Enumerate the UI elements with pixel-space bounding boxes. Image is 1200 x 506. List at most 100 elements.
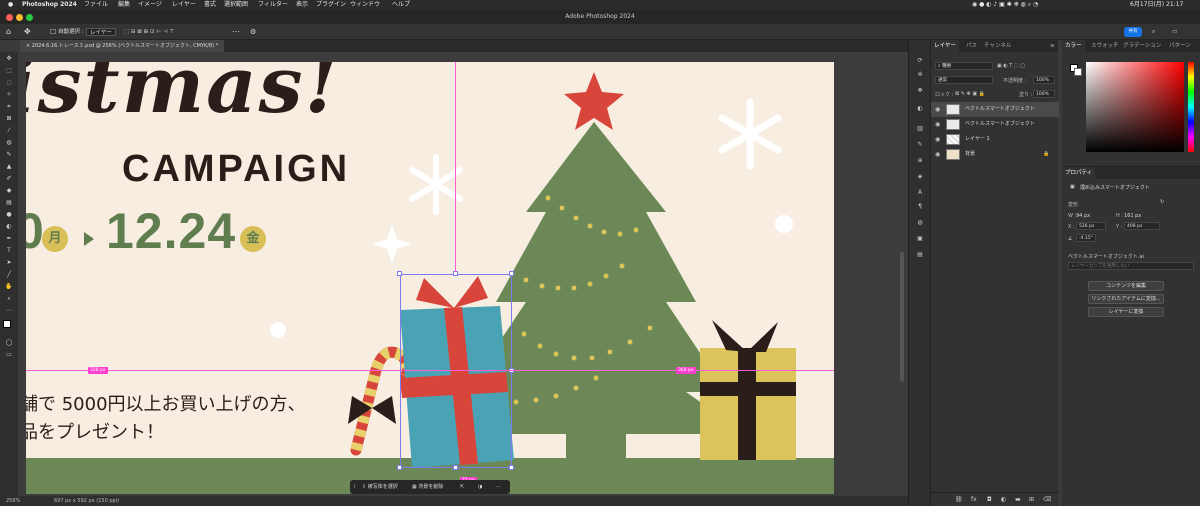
auto-select-dropdown[interactable]: レイヤー: [86, 28, 116, 36]
zoom-tool-icon[interactable]: ⌕: [3, 294, 15, 303]
dodge-tool-icon[interactable]: ◐: [3, 222, 15, 231]
clone-source-icon[interactable]: ⊕: [915, 156, 925, 166]
screen-mode-icon[interactable]: ▭: [3, 350, 15, 359]
panel-menu-icon[interactable]: ≡: [1047, 40, 1058, 52]
h-value[interactable]: 161 px: [1124, 213, 1141, 219]
more-options-icon[interactable]: ⋯: [232, 24, 240, 40]
magic-wand-icon[interactable]: ✧: [3, 90, 15, 99]
hand-tool-icon[interactable]: ✋: [3, 282, 15, 291]
navigator-icon[interactable]: ◍: [915, 218, 925, 228]
menu-window[interactable]: ウィンドウ: [350, 0, 380, 10]
x-field[interactable]: 526 px: [1076, 222, 1106, 230]
close-tab-icon[interactable]: ×: [26, 43, 30, 49]
hue-slider[interactable]: [1188, 62, 1194, 152]
remove-background-button[interactable]: ▦ 背景を削除: [412, 480, 443, 494]
menu-edit[interactable]: 編集: [118, 0, 130, 10]
tab-patterns[interactable]: パターン: [1166, 40, 1194, 52]
workspace-icon[interactable]: ▭: [1172, 24, 1177, 40]
app-menu[interactable]: Photoshop 2024: [22, 0, 77, 10]
transform-handle[interactable]: [509, 465, 514, 470]
gradient-tool-icon[interactable]: ▤: [3, 198, 15, 207]
character-icon[interactable]: A: [915, 188, 925, 198]
show-transform-icon[interactable]: ⬚ ⊟ ⊠ ⊞ ⊡ ⊢ ⊣ ⊤: [124, 24, 174, 40]
close-window-button[interactable]: [6, 14, 13, 21]
lasso-tool-icon[interactable]: ◌: [3, 78, 15, 87]
home-icon[interactable]: ⌂: [6, 24, 11, 40]
reset-transform-icon[interactable]: ↻: [1160, 199, 1164, 205]
tab-swatches[interactable]: スウォッチ: [1088, 40, 1122, 52]
layer-filter-dropdown[interactable]: ⌕ 種類: [935, 62, 993, 70]
lock-icons[interactable]: ⊠ ✎ ✥ ▣ 🔒: [955, 91, 985, 97]
menu-type[interactable]: 書式: [204, 0, 216, 10]
document-tab[interactable]: × 2024.6.16.トレース３.psd @ 256% (ベクトルスマートオブ…: [20, 40, 225, 52]
paragraph-icon[interactable]: ¶: [915, 202, 925, 212]
pen-tool-icon[interactable]: ✒: [3, 234, 15, 243]
blur-tool-icon[interactable]: ●: [3, 210, 15, 219]
type-tool-icon[interactable]: T: [3, 246, 15, 255]
blend-mode-dropdown[interactable]: 通常: [935, 76, 993, 84]
brushes-icon[interactable]: ✥: [915, 86, 925, 96]
layer-comp-dropdown[interactable]: レイヤーカンプを適用しない: [1068, 262, 1194, 270]
drag-handle-icon[interactable]: ⁞: [354, 480, 356, 494]
search-icon[interactable]: ⌕: [1152, 24, 1155, 40]
menu-help[interactable]: ヘルプ: [392, 0, 410, 10]
fill-field[interactable]: 100%: [1033, 90, 1055, 98]
menu-image[interactable]: イメージ: [138, 0, 162, 10]
move-tool-icon[interactable]: ✥: [24, 24, 31, 40]
edit-contents-button[interactable]: コンテンツを編集: [1088, 281, 1164, 291]
auto-select-checkbox[interactable]: ☐: [50, 24, 56, 40]
brush-settings-icon[interactable]: ✎: [915, 140, 925, 150]
menu-file[interactable]: ファイル: [84, 0, 108, 10]
frame-tool-icon[interactable]: ⊠: [3, 114, 15, 123]
menu-layer[interactable]: レイヤー: [172, 0, 196, 10]
share-button[interactable]: 共有: [1124, 27, 1142, 37]
paths-icon[interactable]: ▤: [915, 250, 925, 260]
eye-icon[interactable]: ◉: [935, 117, 940, 132]
healing-brush-icon[interactable]: ◍: [3, 138, 15, 147]
transform-handle[interactable]: [397, 271, 402, 276]
line-tool-icon[interactable]: ╱: [3, 270, 15, 279]
select-subject-button[interactable]: ⇪ 被写体を選択: [362, 480, 398, 494]
layer-row[interactable]: ◉ ベクトルスマートオブジェクト: [931, 117, 1059, 132]
stamp-tool-icon[interactable]: ▲: [3, 162, 15, 171]
layer-row[interactable]: ◉ ベクトルスマートオブジェクト: [931, 102, 1059, 117]
mask-icon[interactable]: ◘: [987, 493, 992, 506]
angle-field[interactable]: -4.15°: [1076, 234, 1096, 242]
tab-gradients[interactable]: グラデーション: [1120, 40, 1164, 52]
info-icon[interactable]: ◈: [915, 172, 925, 182]
transform-handle[interactable]: [453, 465, 458, 470]
transform-bounding-box[interactable]: [400, 274, 512, 468]
layer-row[interactable]: ◉ 背景 🔒: [931, 147, 1059, 162]
apple-icon[interactable]: ●: [8, 0, 13, 10]
link-icon[interactable]: ⛓: [955, 493, 963, 506]
actions-icon[interactable]: ✲: [915, 70, 925, 80]
new-layer-icon[interactable]: ⊞: [1029, 493, 1034, 506]
gear-icon[interactable]: ⚙: [250, 24, 256, 40]
glyphs-icon[interactable]: ▣: [915, 234, 925, 244]
adjust-icon[interactable]: ◑: [478, 480, 482, 494]
move-tool-icon[interactable]: ✥: [3, 54, 15, 63]
more-icon[interactable]: ⋯: [496, 480, 501, 494]
menu-view[interactable]: 表示: [296, 0, 308, 10]
adjust-icon[interactable]: ◐: [915, 104, 925, 114]
quick-mask-icon[interactable]: ◯: [3, 338, 15, 347]
foreground-color-swatch[interactable]: [3, 320, 11, 328]
tab-color[interactable]: カラー: [1062, 40, 1085, 52]
w-value[interactable]: 94 px: [1076, 213, 1090, 219]
status-icon[interactable]: ◉ ● ◐ ♪ ▣ ✱ ❋ ◍ ⌕ ◔: [972, 0, 1038, 10]
artboard[interactable]: istmas! CAMPAIGN 0 月 12.24 金 舗で 5000円以上お…: [26, 62, 834, 494]
transform-icon[interactable]: ⇱: [460, 480, 464, 494]
eraser-icon[interactable]: ◆: [3, 186, 15, 195]
crop-tool-icon[interactable]: ⌗: [3, 102, 15, 111]
eye-icon[interactable]: ◉: [935, 102, 940, 117]
menu-plugins[interactable]: プラグイン: [316, 0, 346, 10]
y-field[interactable]: 408 px: [1124, 222, 1160, 230]
color-picker-field[interactable]: [1086, 62, 1184, 152]
zoom-window-button[interactable]: [26, 14, 33, 21]
background-swatch[interactable]: [1074, 68, 1082, 76]
marquee-tool-icon[interactable]: ⬚: [3, 66, 15, 75]
fx-icon[interactable]: fx: [971, 493, 977, 506]
adjustment-layer-icon[interactable]: ◐: [1001, 493, 1006, 506]
opacity-field[interactable]: 100%: [1033, 76, 1055, 84]
tab-channels[interactable]: チャンネル: [981, 40, 1014, 52]
